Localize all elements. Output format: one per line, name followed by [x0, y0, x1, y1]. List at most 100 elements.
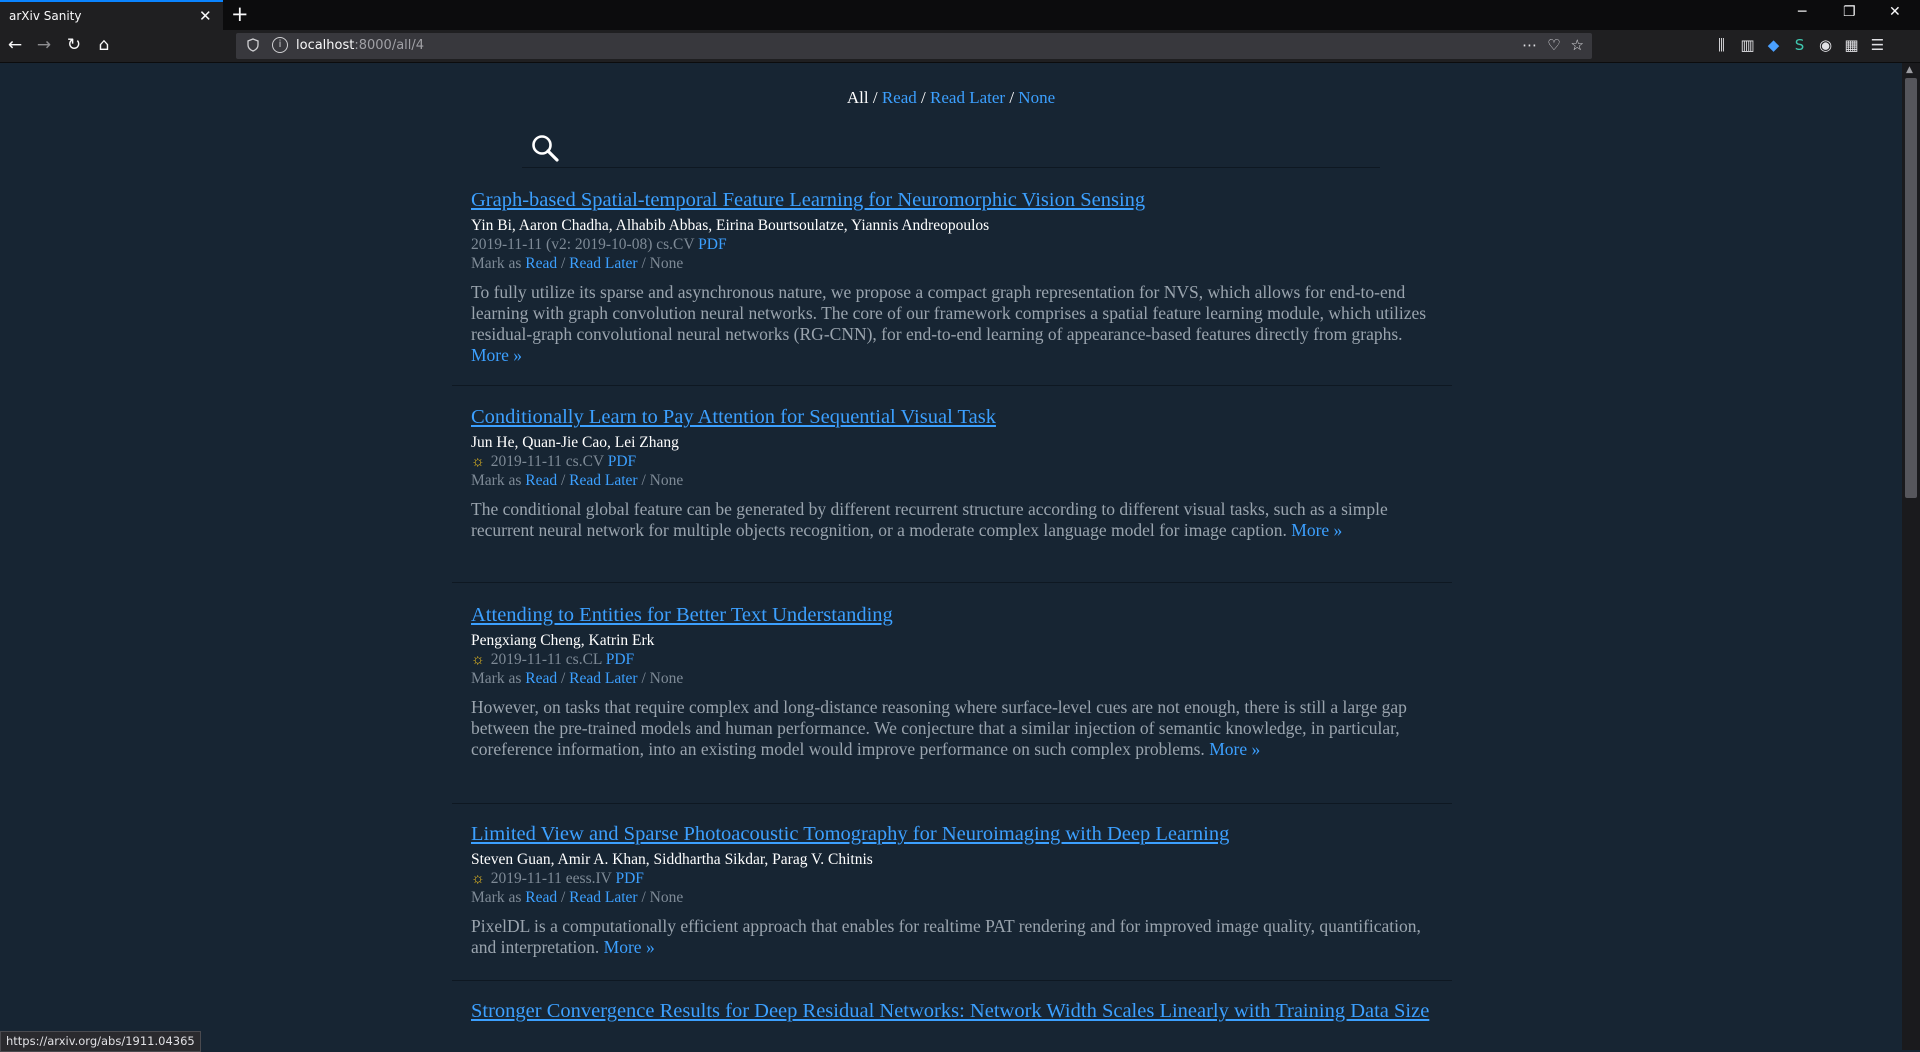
tracking-shield-icon[interactable]	[246, 38, 260, 52]
more-link[interactable]: More »	[1291, 520, 1342, 540]
paper-title[interactable]: Limited View and Sparse Photoacoustic To…	[471, 823, 1431, 845]
scroll-up-icon[interactable]: ▲	[1906, 65, 1913, 75]
bookmark-star-icon[interactable]: ☆	[1571, 36, 1584, 54]
status-url-tooltip: https://arxiv.org/abs/1911.04365	[0, 1031, 201, 1052]
mark-sep: /	[557, 889, 570, 906]
mark-as: Mark as Read / Read Later / None	[471, 255, 683, 273]
mark-read-link[interactable]: Read	[525, 255, 557, 272]
pocket-icon[interactable]: ♡	[1547, 36, 1560, 54]
paper-item: Limited View and Sparse Photoacoustic To…	[452, 823, 1452, 981]
forward-icon[interactable]: →	[33, 34, 55, 56]
mark-none[interactable]: / None	[638, 670, 683, 687]
abstract-text: To fully utilize its sparse and asynchro…	[471, 282, 1427, 344]
pdf-link[interactable]: PDF	[698, 236, 726, 253]
new-tab-icon[interactable]: +	[231, 2, 249, 26]
mark-as-label: Mark as	[471, 472, 522, 489]
paper-authors: Pengxiang Cheng, Katrin Erk	[471, 632, 655, 649]
page-scrollbar[interactable]: ▲	[1902, 63, 1920, 1050]
page-content: All / Read / Read Later / None Graph-bas…	[0, 63, 1902, 1050]
tab-arxiv-sanity[interactable]: arXiv Sanity ✕	[0, 0, 223, 30]
paper-authors: Jun He, Quan-Jie Cao, Lei Zhang	[471, 434, 679, 451]
tab-title: arXiv Sanity	[9, 9, 82, 23]
library-icon[interactable]: ⫼	[1712, 36, 1731, 54]
paper-abstract: PixelDL is a computationally efficient a…	[471, 916, 1431, 958]
restore-icon[interactable]: ❐	[1843, 4, 1856, 20]
mark-read-later-link[interactable]: Read Later	[569, 889, 637, 906]
extension-shield-icon[interactable]: ◆	[1764, 36, 1783, 54]
paper-meta: ☼ 2019-11-11 eess.IV PDF	[471, 870, 644, 888]
more-link[interactable]: More »	[604, 937, 655, 957]
toolbar-icons: ⫼ ▥ ◆ S ◉ ▦ ☰	[1712, 36, 1894, 54]
paper-title[interactable]: Attending to Entities for Better Text Un…	[471, 604, 1431, 626]
filter-read-later[interactable]: Read Later	[930, 88, 1005, 107]
site-info-icon[interactable]: i	[272, 37, 288, 53]
url-bar[interactable]: i localhost:8000/all/4 ⋯ ♡ ☆	[236, 33, 1592, 59]
paper-abstract: The conditional global feature can be ge…	[471, 499, 1431, 541]
mark-as-label: Mark as	[471, 670, 522, 687]
back-icon[interactable]: ←	[4, 34, 26, 56]
mark-as-label: Mark as	[471, 889, 522, 906]
paper-authors: Steven Guan, Amir A. Khan, Siddhartha Si…	[471, 851, 873, 868]
paper-abstract: To fully utilize its sparse and asynchro…	[471, 282, 1431, 366]
new-paper-sun-icon: ☼	[471, 454, 485, 470]
mark-none[interactable]: / None	[638, 255, 683, 272]
filter-none[interactable]: None	[1018, 88, 1055, 107]
paper-title[interactable]: Conditionally Learn to Pay Attention for…	[471, 406, 1431, 428]
paper-item: Stronger Convergence Results for Deep Re…	[452, 1000, 1452, 1050]
more-link[interactable]: More »	[1209, 739, 1260, 759]
paper-authors: Yin Bi, Aaron Chadha, Alhabib Abbas, Eir…	[471, 217, 990, 234]
paper-date-category: 2019-11-11 (v2: 2019-10-08) cs.CV	[471, 236, 695, 253]
mark-read-link[interactable]: Read	[525, 889, 557, 906]
filter-bar: All / Read / Read Later / None	[0, 88, 1902, 108]
paper-title[interactable]: Graph-based Spatial-temporal Feature Lea…	[471, 189, 1431, 211]
mark-read-later-link[interactable]: Read Later	[569, 670, 637, 687]
mark-read-later-link[interactable]: Read Later	[569, 255, 637, 272]
paper-abstract: However, on tasks that require complex a…	[471, 697, 1431, 760]
paper-date-category: 2019-11-11 cs.CV	[490, 453, 604, 470]
filter-sep: /	[1005, 88, 1019, 107]
search-input[interactable]	[522, 127, 1380, 168]
sidebar-icon[interactable]: ▥	[1738, 36, 1757, 54]
close-tab-icon[interactable]: ✕	[199, 7, 212, 25]
filter-all[interactable]: All	[847, 88, 869, 107]
extensions-icon[interactable]: ▦	[1842, 36, 1861, 54]
page-actions-icon[interactable]: ⋯	[1522, 36, 1537, 54]
extension-s-icon[interactable]: S	[1790, 36, 1809, 54]
mark-as-label: Mark as	[471, 255, 522, 272]
search-icon[interactable]	[530, 133, 560, 163]
mark-sep: /	[557, 472, 570, 489]
paper-meta: 2019-11-11 (v2: 2019-10-08) cs.CV PDF	[471, 236, 727, 254]
filter-read[interactable]: Read	[882, 88, 917, 107]
paper-date-category: 2019-11-11 cs.CL	[490, 651, 602, 668]
mark-none[interactable]: / None	[638, 472, 683, 489]
url-path: :8000/all/4	[354, 38, 425, 53]
menu-icon[interactable]: ☰	[1868, 36, 1887, 54]
paper-date-category: 2019-11-11 eess.IV	[490, 870, 612, 887]
mark-read-link[interactable]: Read	[525, 472, 557, 489]
new-paper-sun-icon: ☼	[471, 652, 485, 668]
minimize-icon[interactable]: ─	[1798, 4, 1806, 20]
scrollbar-thumb[interactable]	[1905, 78, 1917, 498]
nav-bar: ← → ↻ ⌂ i localhost:8000/all/4 ⋯ ♡ ☆ ⫼ ▥ ◆ S ◉…	[0, 30, 1920, 63]
mark-read-later-link[interactable]: Read Later	[569, 472, 637, 489]
tab-bar: arXiv Sanity ✕ + ─ ❐ ✕	[0, 0, 1920, 30]
filter-sep: /	[868, 88, 882, 107]
account-icon[interactable]: ◉	[1816, 36, 1835, 54]
pdf-link[interactable]: PDF	[606, 651, 634, 668]
url-text[interactable]: localhost:8000/all/4	[296, 38, 424, 53]
mark-as: Mark as Read / Read Later / None	[471, 889, 683, 907]
reload-icon[interactable]: ↻	[63, 34, 85, 56]
pdf-link[interactable]: PDF	[608, 453, 636, 470]
mark-as: Mark as Read / Read Later / None	[471, 472, 683, 490]
paper-meta: ☼ 2019-11-11 cs.CL PDF	[471, 651, 634, 669]
mark-read-link[interactable]: Read	[525, 670, 557, 687]
new-paper-sun-icon: ☼	[471, 871, 485, 887]
paper-title[interactable]: Stronger Convergence Results for Deep Re…	[471, 1000, 1431, 1022]
paper-item: Graph-based Spatial-temporal Feature Lea…	[452, 189, 1452, 386]
paper-item: Conditionally Learn to Pay Attention for…	[452, 406, 1452, 583]
more-link[interactable]: More »	[471, 345, 522, 365]
mark-none[interactable]: / None	[638, 889, 683, 906]
close-window-icon[interactable]: ✕	[1889, 4, 1901, 20]
home-icon[interactable]: ⌂	[93, 34, 115, 56]
pdf-link[interactable]: PDF	[615, 870, 643, 887]
